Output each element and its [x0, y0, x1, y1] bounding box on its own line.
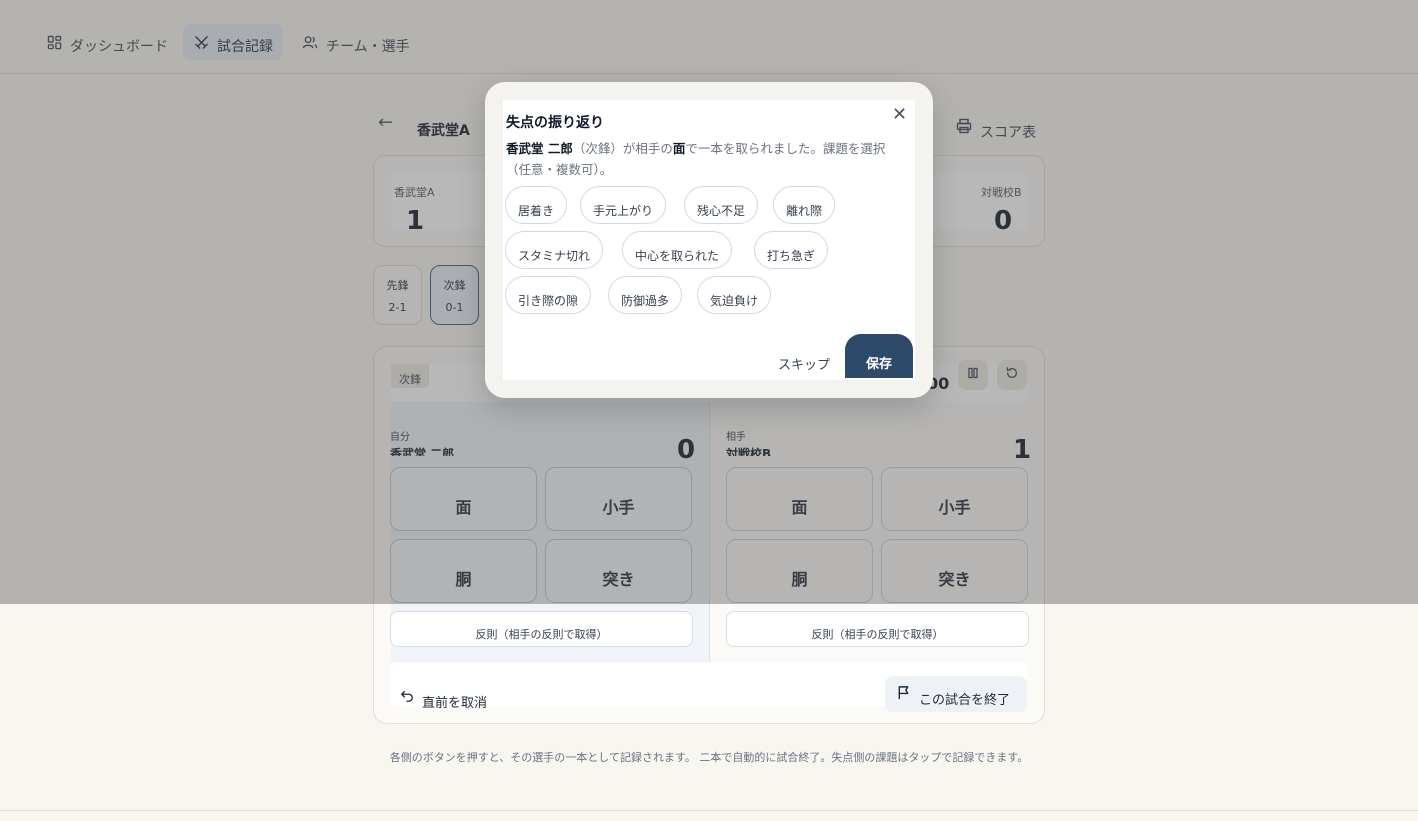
dialog-title: 失点の振り返り: [506, 115, 604, 131]
scored-technique: 面: [672, 141, 686, 156]
lost-player-name: 香武堂 二郎: [506, 141, 573, 156]
flag-icon: [897, 685, 911, 704]
undo-label: 直前を取消: [422, 696, 488, 711]
lost-player-position: （次鋒）: [572, 141, 623, 156]
issue-chip[interactable]: スタミナ切れ: [505, 231, 604, 269]
issue-chip[interactable]: 防御過多: [608, 276, 683, 314]
undo-icon: [400, 689, 414, 707]
dialog-description: 香武堂 二郎（次鋒）が相手の面で一本を取られました。課題を選択（任意・複数可）。: [506, 138, 886, 180]
save-button[interactable]: 保存: [845, 334, 913, 378]
end-match-button[interactable]: この試合を終了: [885, 676, 1027, 712]
help-text: 各側のボタンを押すと、その選手の一本として記録されます。 二本で自動的に試合終了…: [389, 751, 1029, 764]
self-foul-button[interactable]: 反則（相手の反則で取得）: [390, 611, 693, 647]
issue-chip[interactable]: 居着き: [505, 186, 568, 224]
undo-button[interactable]: 直前を取消: [400, 684, 487, 711]
issue-chip[interactable]: 離れ際: [773, 186, 836, 224]
opponent-foul-button[interactable]: 反則（相手の反則で取得）: [726, 611, 1029, 647]
issue-chip[interactable]: 残心不足: [684, 186, 759, 224]
issue-chip[interactable]: 引き際の隙: [505, 276, 592, 314]
skip-button[interactable]: スキップ: [778, 354, 830, 373]
issue-chip[interactable]: 気迫負け: [697, 276, 772, 314]
issue-chip[interactable]: 打ち急ぎ: [754, 231, 829, 269]
issue-chip[interactable]: 中心を取られた: [622, 231, 733, 269]
issue-chip[interactable]: 手元上がり: [580, 186, 667, 224]
desc-middle: が相手の: [622, 141, 673, 156]
end-match-label: この試合を終了: [919, 692, 1011, 708]
close-icon[interactable]: ✕: [892, 104, 907, 125]
bottom-divider: [0, 810, 1418, 811]
